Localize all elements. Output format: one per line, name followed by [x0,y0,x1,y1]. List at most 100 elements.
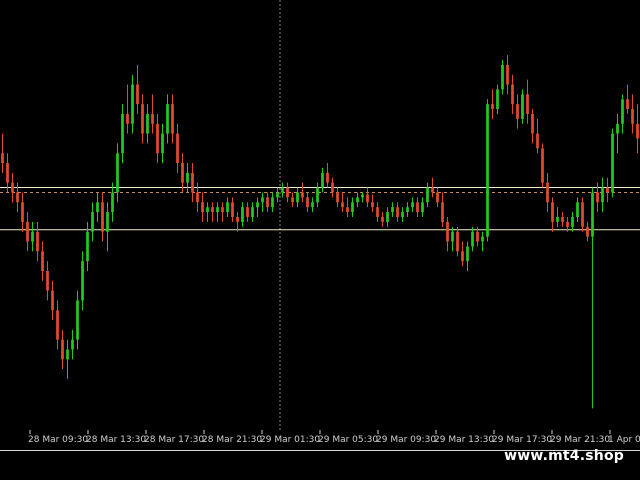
candle-bear [476,231,479,242]
candle-bear [441,202,444,222]
candle-bull [66,349,69,360]
x-tick-label: 28 Mar 17:30 [144,435,204,445]
candle-bull [356,197,359,203]
candle-bear [181,163,184,183]
candle-bear [341,202,344,208]
candle-bull [166,104,169,134]
candle-bear [531,113,534,134]
candle-bull [391,207,394,213]
candle-bear [36,231,39,252]
x-tick-label: 28 Mar 21:30 [202,435,262,445]
candle-bear [331,182,334,193]
candle-bear [61,339,64,360]
candle-bull [426,187,429,203]
candle-bull [251,207,254,217]
candle-bear [11,182,14,193]
candle-bull [111,192,114,213]
x-tick-label: 29 Mar 05:30 [318,435,378,445]
candle-bull [121,113,124,154]
candle-bull [281,187,284,193]
watermark-logo: www.mt4.shop [504,448,624,464]
candle-bull [486,104,489,237]
candle-bear [346,207,349,213]
candle-bull [591,192,594,237]
candle-bull [296,192,299,203]
candle-bear [516,104,519,119]
candle-bear [456,231,459,252]
candle-bull [361,194,364,198]
candle-bull [571,217,574,227]
candle-bull [31,231,34,242]
price-chart[interactable]: 3028 Mar 09:3028 Mar 13:3028 Mar 17:3028… [0,0,640,480]
x-tick-label: 1 Apr 01:30 [608,435,640,445]
candle-bull [276,192,279,198]
candle-bear [551,202,554,222]
x-tick-label: 29 Mar 21:30 [550,435,610,445]
candle-bull [501,64,504,90]
candle-bear [446,221,449,242]
candle-bear [1,153,4,164]
candle-bull [386,212,389,222]
candle-bull [271,197,274,208]
candle-bull [601,187,604,203]
candle-bull [421,202,424,213]
candle-bear [506,64,509,85]
candle-bull [256,202,259,208]
candle-bear [41,251,44,271]
session-separators [279,0,281,430]
candle-bull [226,202,229,213]
candle-bear [636,123,639,139]
candle-bear [381,217,384,222]
candle-bear [291,197,294,203]
candle-bear [171,104,174,134]
candle-bear [151,113,154,124]
candle-bear [416,202,419,213]
candle-bear [196,192,199,203]
candle-bear [376,207,379,217]
x-tick-label: 29 Mar 01:30 [260,435,320,445]
candle-bear [596,192,599,203]
candle-bear [56,310,59,340]
candle-bear [581,202,584,227]
horizontal-levels [0,187,640,231]
candle-bear [46,270,49,291]
candle-bull [466,246,469,262]
candle-bull [131,84,134,124]
x-tick-label: 29 Mar 17:30 [492,435,552,445]
candle-bear [606,187,609,193]
candle-bull [71,339,74,350]
candle-bear [546,182,549,203]
candle-bull [471,231,474,247]
candle-bull [521,94,524,119]
x-axis-tick-labels: 3028 Mar 09:3028 Mar 13:3028 Mar 17:3028… [28,430,640,445]
candle-bull [481,236,484,242]
candle-bull [161,133,164,154]
x-tick-label: 29 Mar 13:30 [434,435,494,445]
candle-bear [221,207,224,213]
candle-bull [496,89,499,110]
candle-bear [16,192,19,203]
candle-bear [201,202,204,213]
candle-bear [126,113,129,124]
candle-bear [266,197,269,208]
candle-bear [156,123,159,154]
candle-bear [306,197,309,208]
candle-bull [106,212,109,232]
candle-bull [261,197,264,203]
candle-bear [26,221,29,242]
candle-bear [236,217,239,222]
candle-bear [21,202,24,222]
candle-bear [191,172,194,193]
candle-bear [541,148,544,183]
chart-canvas[interactable]: 3028 Mar 09:3028 Mar 13:3028 Mar 17:3028… [0,0,640,450]
candle-bear [246,207,249,217]
candle-bear [631,109,634,124]
candle-bull [616,123,619,134]
candle-bear [461,251,464,262]
candle-bear [526,94,529,114]
candle-bear [231,202,234,217]
candle-bull [86,231,89,262]
candle-bear [436,192,439,203]
candle-bull [206,207,209,213]
candle-bear [336,192,339,203]
